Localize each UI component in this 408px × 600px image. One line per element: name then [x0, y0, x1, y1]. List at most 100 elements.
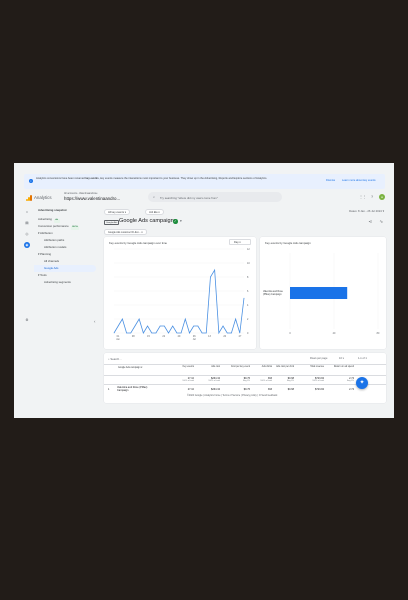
date-range-picker[interactable]: Dates: 8 Jan - 26 Jul 2024 ▾ [349, 209, 384, 213]
data-point [239, 332, 241, 334]
sidebar-item-label: Advertising snapshot [38, 208, 67, 212]
dismiss-button[interactable]: Dismiss [326, 179, 335, 182]
sidebar-item-label: ▾ Tools [38, 273, 47, 277]
data-point [147, 325, 148, 327]
column-header[interactable]: Ads cost per click [270, 366, 294, 369]
table-cell: $723.84 [314, 387, 324, 391]
sidebar-item-label: ▾ Attribution [38, 231, 53, 235]
learn-more-link[interactable]: Learn more about key events [342, 179, 376, 182]
key-events-filter[interactable]: All key events ▾ [104, 209, 131, 215]
sidebar-item-advertising[interactable]: Advertising Ad [34, 216, 96, 223]
search-input[interactable]: ⌕ Try searching "where did my users come… [148, 192, 282, 202]
comparison-chip[interactable]: Google Ads customer ID &co... ▾ [104, 229, 147, 235]
rows-per-page-select[interactable]: 10 ▾ [339, 357, 344, 360]
data-point [164, 325, 165, 327]
data-point [226, 332, 228, 334]
sidebar-item-label: ▾ Planning [38, 252, 52, 256]
assistant-fab[interactable]: ✦ [356, 377, 368, 389]
sidebar-item-tools[interactable]: ▾ Tools [34, 272, 96, 279]
page-footer: ©2024 Google | Analytics home | Terms of… [187, 394, 278, 397]
table-cell: 2.74 [349, 387, 354, 391]
sidebar-item-conversion-performance[interactable]: Conversion performance BETA [34, 223, 96, 230]
data-point [176, 332, 178, 334]
home-icon[interactable]: ⌂ [24, 209, 30, 215]
job-filter[interactable]: Job Ele ▾ [145, 209, 164, 215]
top-bar: Analytics All accounts › Valentinaandros… [22, 191, 387, 204]
chevron-down-icon[interactable]: ▾ [180, 219, 182, 223]
table-cell: 27.10 [187, 387, 194, 391]
data-point [151, 332, 152, 334]
x-tick-label: 15 [147, 335, 150, 338]
data-point [218, 332, 220, 334]
sidebar-item-attribution[interactable]: ▾ Attribution [34, 230, 96, 237]
sidebar-item-google-ads[interactable]: Google Ads [34, 265, 96, 272]
data-point [243, 297, 245, 299]
settings-icon[interactable]: ⚙ [24, 317, 30, 323]
total-subtext: 100% of total [260, 380, 272, 383]
total-subtext: Avg 0% [287, 380, 294, 383]
column-header[interactable]: Cost per key event [226, 366, 250, 369]
data-point [168, 332, 169, 334]
data-point [130, 332, 132, 334]
column-header[interactable]: Ads clicks [248, 366, 272, 369]
nav-rail: ⌂ ▤ ◎ ◉ ⚙ [22, 205, 32, 365]
y-tick-label: 2 [247, 318, 249, 321]
data-point [193, 325, 194, 327]
property-selector[interactable]: https://www.valentinaandro... [64, 196, 120, 201]
pagination[interactable]: 1-1 of 1 [358, 357, 367, 360]
help-icon[interactable]: ? [369, 194, 375, 200]
data-point [134, 325, 136, 327]
line-chart: 0 2 4 6 8 10 12 01 Jun 08 15 22 29 06 Jul 13 20 27 [113, 248, 250, 341]
insights-icon[interactable]: ∿ [379, 219, 383, 225]
sidebar-item-attribution-models[interactable]: Attribution models [34, 244, 96, 251]
sidebar-item-advertising-segments[interactable]: Advertising segments [34, 279, 96, 286]
sidebar-item-label: Attribution models [44, 245, 67, 249]
data-point [201, 332, 203, 334]
table-cell: $0.68 [287, 387, 294, 391]
reports-icon[interactable]: ▤ [24, 220, 30, 226]
apps-icon[interactable]: ⋮⋮ [359, 194, 367, 200]
data-point [189, 332, 190, 334]
x-tick-label: 0 [289, 332, 291, 335]
sidebar-item-all-channels[interactable]: All channels [34, 258, 96, 265]
sidebar-item-attribution-paths[interactable]: Attribution paths [34, 237, 96, 244]
search-icon: ⌕ [153, 194, 156, 199]
table-cell: $264.34 [210, 387, 220, 391]
data-point [210, 276, 211, 278]
column-header[interactable]: Return on ad spend [330, 366, 354, 369]
explore-icon[interactable]: ◎ [24, 231, 30, 237]
bar-chart: 0 40 80 Valentina and Rose (PMax) Campaign [263, 253, 380, 335]
y-tick-label: 4 [247, 304, 249, 307]
avatar[interactable]: ● [379, 194, 385, 200]
sidebar-item-label: Attribution paths [44, 238, 65, 242]
x-tick-label: 20 [223, 335, 226, 338]
total-subtext: 100% of total [182, 380, 194, 383]
sidebar-item-label: Advertising segments [44, 280, 71, 284]
data-point [180, 332, 182, 334]
y-tick-label: 10 [247, 262, 250, 265]
data-point [122, 318, 123, 320]
data-point [231, 332, 232, 334]
sidebar-item-label: Google Ads [44, 266, 59, 270]
sidebar-item-advertising-snapshot[interactable]: Advertising snapshot [34, 207, 96, 214]
table-search-input[interactable]: ⌕ Search... [108, 357, 122, 361]
row-index: 1 [108, 388, 110, 391]
x-tick-label: 80 [377, 332, 380, 335]
data-point [113, 332, 115, 334]
info-icon: i [29, 179, 33, 183]
share-icon[interactable]: ⋖ [368, 219, 372, 225]
collapse-sidebar-icon[interactable]: ‹ [94, 319, 96, 324]
campaign-name[interactable]: Valentina and Rose (PMax) Campaign [117, 386, 157, 392]
x-tick-label: 27 [239, 335, 242, 338]
line-chart-card: Key events by Google Ads campaign over t… [104, 237, 256, 349]
column-header[interactable]: Key events [170, 366, 194, 369]
data-point [206, 332, 207, 334]
y-tick-label: 12 [247, 248, 250, 251]
column-header[interactable]: Total revenue [300, 366, 324, 369]
sidebar-item-planning[interactable]: ▾ Planning [34, 251, 96, 258]
x-tick-label: 40 [333, 332, 336, 335]
dimension-header[interactable]: Google Ads campaign ▾ [118, 367, 168, 370]
data-point [222, 325, 224, 327]
column-header[interactable]: Ads cost [196, 366, 220, 369]
advertising-icon[interactable]: ◉ [24, 242, 30, 248]
